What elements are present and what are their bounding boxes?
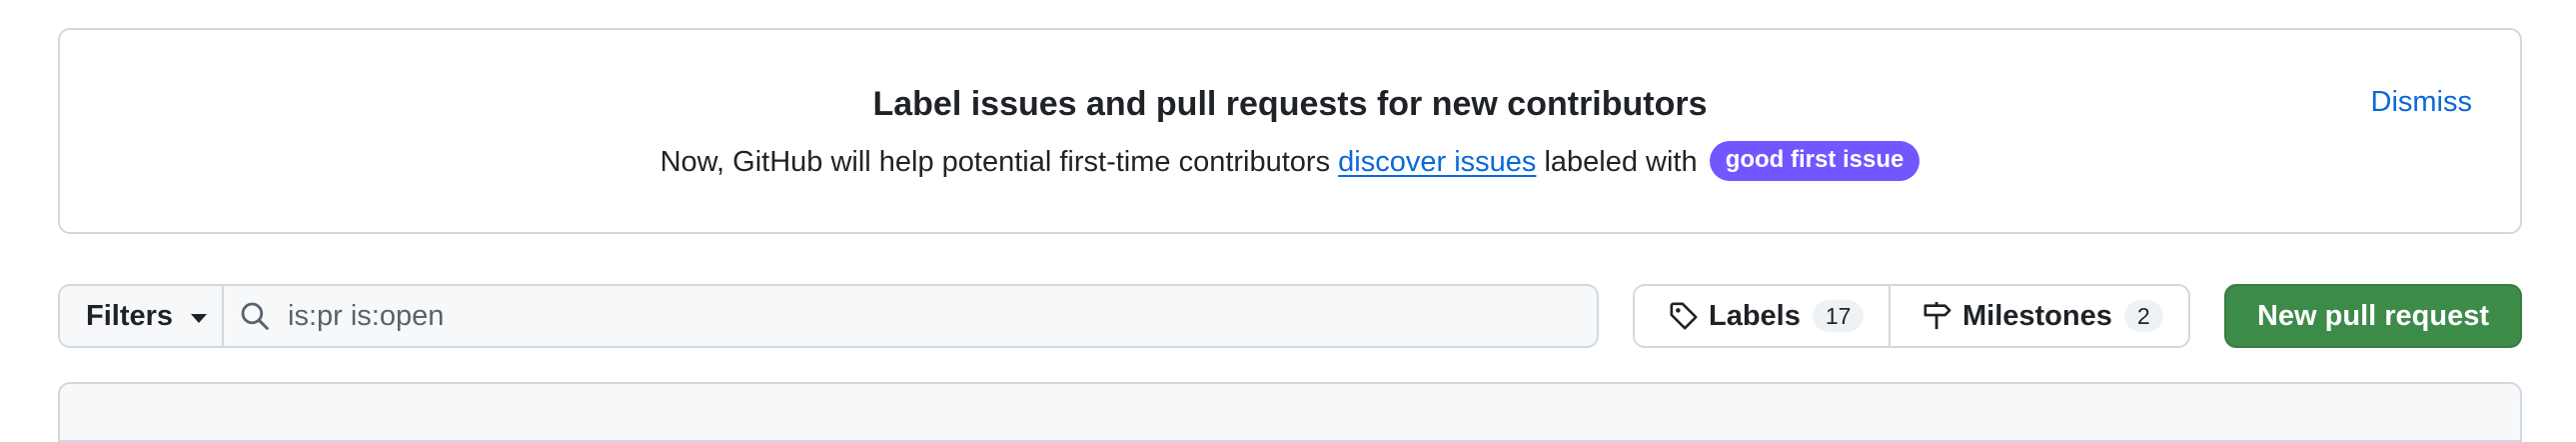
triangle-down-icon [191,313,208,323]
filters-button[interactable]: Filters [60,286,224,346]
labels-label: Labels [1709,299,1801,332]
milestone-icon [1924,301,1951,330]
search-input[interactable] [286,298,1485,334]
dismiss-button[interactable]: Dismiss [2371,82,2473,122]
banner-body: Now, GitHub will help potential first-ti… [60,140,2520,184]
milestones-counter: 2 [2123,300,2163,332]
new-pull-request-button[interactable]: New pull request [2224,284,2522,348]
labels-milestones-group: Labels 17 Milestones 2 [1633,284,2190,348]
milestones-button[interactable]: Milestones 2 [1891,286,2188,346]
contributors-banner: Label issues and pull requests for new c… [58,28,2522,234]
banner-body-prefix: Now, GitHub will help potential first-ti… [659,146,1339,178]
labels-button[interactable]: Labels 17 [1635,286,1891,346]
labels-counter: 17 [1812,300,1865,332]
banner-body-suffix: labeled with [1536,146,1706,178]
filters-label: Filters [86,299,174,332]
milestones-label: Milestones [1962,299,2112,332]
pull-request-list-header [58,382,2522,442]
good-first-issue-label[interactable]: good first issue [1709,141,1921,182]
search-icon [241,302,269,330]
banner-title: Label issues and pull requests for new c… [872,85,1708,123]
discover-issues-link[interactable]: discover issues [1338,146,1536,178]
filter-search-group: Filters [58,284,1599,348]
tag-icon [1670,302,1698,330]
search-field[interactable] [224,286,1597,346]
pull-requests-toolbar: Filters Labels 17 Mileston [58,284,2522,348]
